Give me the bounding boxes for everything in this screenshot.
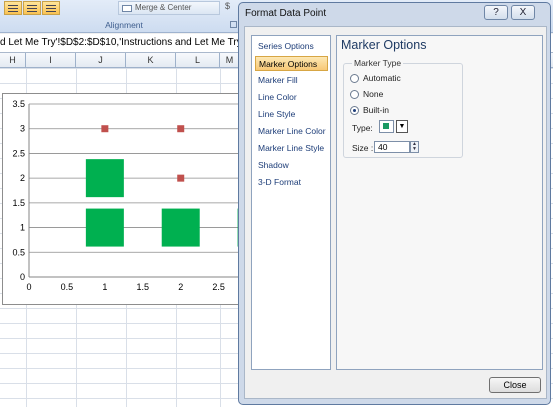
radio-builtin-circle[interactable] [350, 105, 359, 115]
data-point-marker [85, 159, 124, 198]
dialog-launcher-icon[interactable] [230, 21, 237, 28]
x-tick-label: 1 [102, 282, 107, 292]
radio-automatic-circle[interactable] [350, 73, 359, 83]
column-header-j[interactable]: J [76, 53, 126, 68]
y-tick-label: 2.5 [12, 148, 25, 158]
y-tick-label: 0.5 [12, 247, 25, 257]
x-tick-label: 0 [26, 282, 31, 292]
marker-type-dropdown[interactable]: ▼ [396, 120, 408, 133]
dialog-title: Format Data Point [245, 8, 327, 19]
embedded-chart[interactable]: 0 0.5 1 1.5 2 2.5 3 3.5 0 0.5 1 1.5 2 2.5 [2, 93, 250, 305]
alignment-group-label: Alignment [105, 20, 143, 30]
x-tick-label: 2 [178, 282, 183, 292]
nav-item-marker-line-color[interactable]: Marker Line Color [255, 124, 328, 139]
column-header-i[interactable]: I [26, 53, 76, 68]
marker-type-picker[interactable] [379, 120, 394, 133]
close-button[interactable]: Close [489, 377, 541, 393]
merge-center-button[interactable]: Merge & Center [118, 1, 220, 15]
size-label: Size : [352, 143, 374, 153]
merge-label: Merge & Center [135, 3, 192, 12]
y-tick-label: 3.5 [12, 99, 25, 109]
column-header-l[interactable]: L [176, 53, 220, 68]
radio-automatic[interactable]: Automatic [350, 72, 401, 84]
radio-builtin-label: Built-in [363, 105, 389, 115]
radio-none-label: None [363, 89, 384, 99]
y-tick-label: 2 [20, 173, 25, 183]
formula-text: d Let Me Try'!$D$2:$D$10,'Instructions a… [0, 37, 259, 48]
dialog-body: Series Options Marker Options Marker Fil… [244, 26, 547, 399]
marker-options-panel: Marker Options Marker Type Automatic Non… [336, 35, 543, 370]
close-x-button[interactable]: X [511, 5, 535, 20]
column-header-k[interactable]: K [126, 53, 176, 68]
nav-item-marker-line-style[interactable]: Marker Line Style [255, 141, 328, 156]
type-label: Type: [352, 123, 373, 133]
marker-type-group: Marker Type Automatic None Built-in Type… [343, 58, 463, 158]
data-point-marker [85, 208, 124, 247]
chart-plot[interactable]: 0 0.5 1 1.5 2 2.5 3 3.5 0 0.5 1 1.5 2 2.5 [3, 94, 249, 304]
size-spinner[interactable]: ▲ ▼ [410, 141, 419, 153]
column-header-h[interactable]: H [0, 53, 26, 68]
nav-item-3d-format[interactable]: 3-D Format [255, 175, 328, 190]
radio-none[interactable]: None [350, 88, 383, 100]
radio-automatic-label: Automatic [363, 73, 401, 83]
help-button[interactable]: ? [484, 5, 508, 20]
format-data-point-dialog: Format Data Point ? X Series Options Mar… [238, 2, 551, 405]
data-point-marker [161, 208, 200, 247]
data-point-marker [101, 125, 109, 133]
y-tick-label: 1.5 [12, 198, 25, 208]
nav-item-marker-fill[interactable]: Marker Fill [255, 73, 328, 88]
y-tick-label: 1 [20, 223, 25, 233]
y-tick-label: 3 [20, 124, 25, 134]
nav-item-series-options[interactable]: Series Options [255, 39, 328, 54]
y-tick-label: 0 [20, 272, 25, 282]
radio-none-circle[interactable] [350, 89, 359, 99]
align-right-button[interactable] [42, 1, 60, 15]
align-left-button[interactable] [4, 1, 22, 15]
nav-item-line-color[interactable]: Line Color [255, 90, 328, 105]
nav-item-shadow[interactable]: Shadow [255, 158, 328, 173]
nav-item-line-style[interactable]: Line Style [255, 107, 328, 122]
nav-item-marker-options[interactable]: Marker Options [255, 56, 328, 71]
marker-size-input[interactable]: 40 [374, 141, 410, 153]
x-tick-label: 1.5 [137, 282, 150, 292]
marker-type-legend: Marker Type [352, 58, 404, 68]
data-point-marker [177, 174, 185, 182]
data-point-marker [177, 125, 185, 133]
x-tick-label: 0.5 [61, 282, 74, 292]
x-tick-label: 2.5 [212, 282, 225, 292]
category-list: Series Options Marker Options Marker Fil… [251, 35, 331, 370]
align-center-button[interactable] [23, 1, 41, 15]
merge-icon [122, 5, 132, 12]
panel-title: Marker Options [341, 38, 427, 52]
alignment-buttons [4, 1, 60, 15]
square-marker-icon [383, 123, 389, 129]
radio-builtin[interactable]: Built-in [350, 104, 389, 116]
column-header-m[interactable]: M [220, 53, 240, 68]
currency-format-button[interactable]: $ [225, 1, 237, 15]
